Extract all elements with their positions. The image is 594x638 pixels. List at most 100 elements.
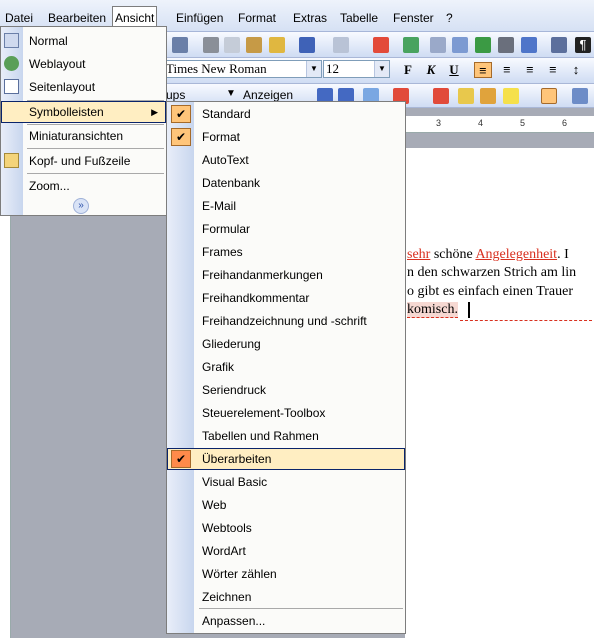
ruler-label: 3 bbox=[436, 118, 442, 128]
menu-item-label: E-Mail bbox=[202, 199, 237, 213]
menu-item-anpassen[interactable]: Anpassen... bbox=[167, 610, 405, 632]
print-layout-icon bbox=[4, 79, 19, 94]
doc-text: schöne bbox=[430, 247, 476, 262]
document-page[interactable] bbox=[405, 148, 594, 638]
undo-icon[interactable] bbox=[299, 37, 315, 53]
chevron-down-icon[interactable]: ▼ bbox=[226, 88, 236, 99]
italic-button[interactable]: K bbox=[422, 62, 440, 78]
checkmark-icon: ✔ bbox=[171, 128, 191, 146]
menu-fenster[interactable]: Fenster bbox=[391, 9, 436, 27]
menu-item-toolbar[interactable]: Web bbox=[167, 494, 405, 516]
style-partial-label[interactable]: ups bbox=[166, 88, 185, 102]
menu-bearbeiten[interactable]: Bearbeiten bbox=[46, 9, 108, 27]
menu-tabelle[interactable]: Tabelle bbox=[338, 9, 380, 27]
menu-item-toolbar[interactable]: Frames bbox=[167, 241, 405, 263]
insert-hyperlink-icon[interactable] bbox=[373, 37, 389, 53]
menu-extras[interactable]: Extras bbox=[291, 9, 329, 27]
menu-item-toolbar[interactable]: Freihandkommentar bbox=[167, 287, 405, 309]
menu-item-label: Tabellen und Rahmen bbox=[202, 429, 319, 443]
menu-item-normal[interactable]: Normal bbox=[1, 30, 166, 52]
tables-borders-icon[interactable] bbox=[403, 37, 419, 53]
menu-item-toolbar[interactable]: Tabellen und Rahmen bbox=[167, 425, 405, 447]
misspelled-word[interactable]: sehr bbox=[407, 247, 430, 262]
copy-icon[interactable] bbox=[224, 37, 240, 53]
underline-button[interactable]: U bbox=[445, 62, 463, 78]
menu-item-label: Seriendruck bbox=[202, 383, 267, 397]
format-painter-icon[interactable] bbox=[269, 37, 285, 53]
menu-help[interactable]: ? bbox=[444, 9, 455, 27]
menu-item-label: Normal bbox=[29, 34, 68, 48]
research-icon[interactable] bbox=[172, 37, 188, 53]
bold-button[interactable]: F bbox=[399, 62, 417, 78]
folder-icon[interactable] bbox=[480, 88, 496, 104]
expand-menu-icon[interactable]: » bbox=[73, 198, 89, 214]
checkmark-icon: ✔ bbox=[171, 105, 191, 123]
columns-icon[interactable] bbox=[498, 37, 514, 53]
document-map-icon[interactable] bbox=[551, 37, 567, 53]
menu-item-toolbar[interactable]: ✔ Standard bbox=[167, 103, 405, 125]
menu-item-toolbar[interactable]: ✔ Format bbox=[167, 126, 405, 148]
menu-item-label: Web bbox=[202, 498, 227, 512]
show-markup-button[interactable]: Anzeigen bbox=[243, 88, 293, 102]
menu-item-toolbar[interactable]: Zeichnen bbox=[167, 586, 405, 608]
highlight-color-icon[interactable] bbox=[503, 88, 519, 104]
chevron-down-icon[interactable]: ▼ bbox=[306, 61, 321, 77]
menu-item-label: Datenbank bbox=[202, 176, 261, 190]
redo-icon[interactable] bbox=[333, 37, 349, 53]
ruler-label: 5 bbox=[520, 118, 526, 128]
paste-icon[interactable] bbox=[246, 37, 262, 53]
track-changes-icon[interactable] bbox=[541, 88, 557, 104]
tracked-change-text[interactable]: komisch. bbox=[407, 302, 458, 319]
menu-item-zoom[interactable]: Zoom... bbox=[1, 175, 166, 197]
pen-icon[interactable] bbox=[433, 88, 449, 104]
menu-item-toolbar[interactable]: AutoText bbox=[167, 149, 405, 171]
insert-grid-icon[interactable] bbox=[452, 37, 468, 53]
excel-icon[interactable] bbox=[475, 37, 491, 53]
menu-item-toolbar[interactable]: Freihandanmerkungen bbox=[167, 264, 405, 286]
menu-item-label: AutoText bbox=[202, 153, 249, 167]
align-right-button[interactable]: ≡ bbox=[521, 62, 539, 78]
menu-item-toolbar[interactable]: E-Mail bbox=[167, 195, 405, 217]
justify-button[interactable]: ≡ bbox=[544, 62, 562, 78]
align-center-button[interactable]: ≡ bbox=[498, 62, 516, 78]
show-formatting-icon[interactable]: ¶ bbox=[575, 37, 591, 53]
cut-icon[interactable] bbox=[203, 37, 219, 53]
menu-item-kopf-fusszeile[interactable]: Kopf- und Fußzeile bbox=[1, 150, 166, 172]
menu-item-label: Symbolleisten bbox=[29, 105, 104, 119]
ruler-label: 4 bbox=[478, 118, 484, 128]
menu-item-symbolleisten[interactable]: Symbolleisten ▶ bbox=[1, 101, 166, 123]
menu-item-toolbar[interactable]: Seriendruck bbox=[167, 379, 405, 401]
menu-format[interactable]: Format bbox=[236, 9, 278, 27]
menu-item-seitenlayout[interactable]: Seitenlayout bbox=[1, 76, 166, 98]
insert-table-icon[interactable] bbox=[430, 37, 446, 53]
font-name-value: Times New Roman bbox=[166, 61, 267, 76]
menu-item-toolbar[interactable]: Webtools bbox=[167, 517, 405, 539]
menu-item-toolbar[interactable]: ✔ Überarbeiten bbox=[167, 448, 405, 470]
reviewing-pane-icon[interactable] bbox=[572, 88, 588, 104]
menu-item-toolbar[interactable]: Freihandzeichnung und -schrift bbox=[167, 310, 405, 332]
menu-item-toolbar[interactable]: Gliederung bbox=[167, 333, 405, 355]
menu-item-miniaturansichten[interactable]: Miniaturansichten bbox=[1, 125, 166, 147]
menu-item-toolbar[interactable]: Grafik bbox=[167, 356, 405, 378]
horizontal-ruler: 3 4 5 6 bbox=[405, 116, 594, 133]
menu-separator bbox=[199, 608, 403, 609]
menu-item-weblayout[interactable]: Weblayout bbox=[1, 53, 166, 75]
menu-item-toolbar[interactable]: Steuerelement-Toolbox bbox=[167, 402, 405, 424]
drawing-icon[interactable] bbox=[521, 37, 537, 53]
font-size-select[interactable]: 12 ▼ bbox=[323, 60, 390, 78]
doc-line-2: n den schwarzen Strich am lin bbox=[407, 265, 577, 280]
menu-datei[interactable]: Datei bbox=[3, 9, 35, 27]
menu-item-toolbar[interactable]: Wörter zählen bbox=[167, 563, 405, 585]
chevron-down-icon[interactable]: ▼ bbox=[374, 61, 389, 77]
highlighter-icon[interactable] bbox=[458, 88, 474, 104]
misspelled-word[interactable]: Angelegenheit bbox=[475, 247, 557, 262]
menu-item-toolbar[interactable]: Datenbank bbox=[167, 172, 405, 194]
font-name-select[interactable]: Times New Roman ▼ bbox=[163, 60, 322, 78]
menu-item-toolbar[interactable]: Visual Basic bbox=[167, 471, 405, 493]
menu-item-toolbar[interactable]: WordArt bbox=[167, 540, 405, 562]
line-spacing-button[interactable]: ↕ bbox=[567, 62, 585, 78]
menu-einfuegen[interactable]: Einfügen bbox=[174, 9, 225, 27]
align-left-button[interactable]: ≡ bbox=[474, 62, 492, 78]
menu-item-label: Miniaturansichten bbox=[29, 129, 124, 143]
menu-item-toolbar[interactable]: Formular bbox=[167, 218, 405, 240]
